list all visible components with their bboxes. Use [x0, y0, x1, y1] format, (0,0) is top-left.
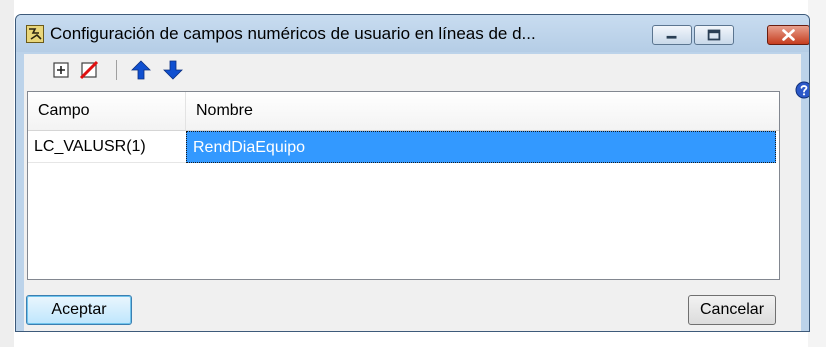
- cell-nombre[interactable]: RendDiaEquipo: [186, 131, 776, 163]
- accept-button[interactable]: Aceptar: [26, 295, 132, 325]
- title-bar[interactable]: Configuración de campos numéricos de usu…: [16, 15, 809, 52]
- delete-row-button[interactable]: [78, 59, 100, 81]
- cancel-button[interactable]: Cancelar: [688, 295, 776, 325]
- maximize-icon: [707, 29, 721, 41]
- toolbar-separator: [116, 60, 117, 80]
- table-row[interactable]: LC_VALUSR(1) RendDiaEquipo: [28, 131, 779, 163]
- column-header-campo[interactable]: Campo: [28, 92, 186, 130]
- dialog-window: Configuración de campos numéricos de usu…: [15, 14, 810, 332]
- minimize-button[interactable]: [652, 25, 692, 45]
- column-header-nombre[interactable]: Nombre: [186, 92, 776, 130]
- minimize-icon: [666, 35, 677, 39]
- app-icon: [26, 25, 44, 43]
- cell-campo[interactable]: LC_VALUSR(1): [28, 131, 186, 163]
- grid-header: Campo Nombre: [28, 92, 779, 131]
- maximize-button[interactable]: [694, 25, 734, 45]
- help-button[interactable]: [795, 81, 809, 99]
- background-strip-right: [808, 0, 826, 347]
- arrow-up-icon: [131, 60, 151, 80]
- window-title: Configuración de campos numéricos de usu…: [50, 24, 536, 43]
- background-strip-left: [0, 0, 14, 347]
- client-area: Campo Nombre LC_VALUSR(1) RendDiaEquipo …: [24, 54, 801, 331]
- delete-row-icon: [79, 60, 99, 80]
- fields-grid[interactable]: Campo Nombre LC_VALUSR(1) RendDiaEquipo: [27, 91, 780, 280]
- add-row-icon: [53, 62, 69, 78]
- arrow-down-icon: [163, 60, 183, 80]
- help-icon: [795, 81, 809, 99]
- move-up-button[interactable]: [130, 59, 152, 81]
- move-down-button[interactable]: [162, 59, 184, 81]
- add-row-button[interactable]: [50, 59, 72, 81]
- close-icon: [782, 29, 795, 41]
- close-button[interactable]: [767, 25, 809, 45]
